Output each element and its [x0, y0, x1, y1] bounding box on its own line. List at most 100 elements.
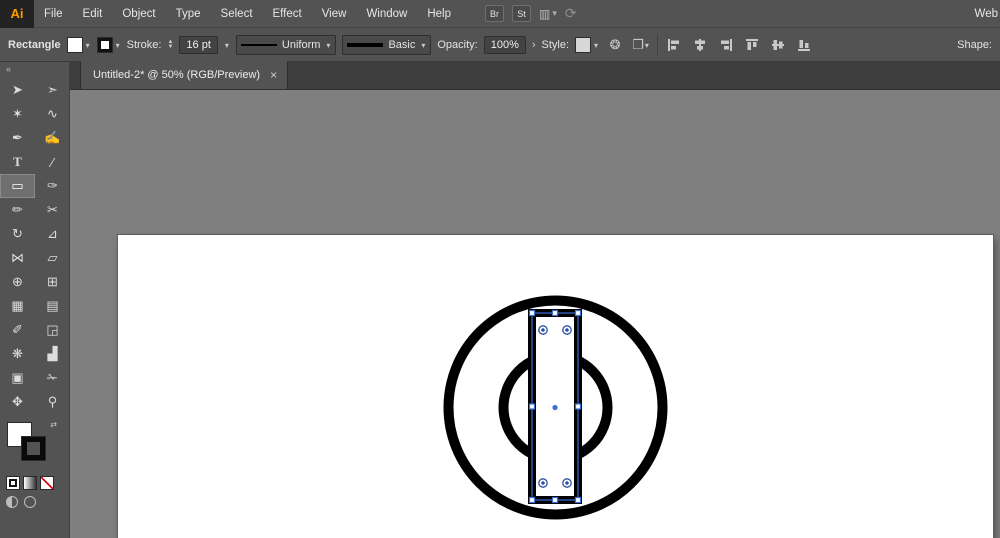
mesh-tool[interactable]: ▦: [0, 294, 35, 318]
menu-help[interactable]: Help: [417, 0, 461, 28]
menu-effect[interactable]: Effect: [263, 0, 312, 28]
shape-builder-tool[interactable]: ⊕: [0, 270, 35, 294]
chevron-down-icon: ▾: [552, 8, 557, 18]
draw-mode-icon[interactable]: [6, 496, 18, 508]
handle-bottom-left[interactable]: [528, 496, 536, 504]
none-button[interactable]: [40, 476, 54, 490]
rectangle-tool[interactable]: ▭: [0, 174, 35, 198]
type-tool[interactable]: T: [0, 150, 35, 174]
brush-preview: [347, 43, 384, 47]
opacity-input[interactable]: 100%: [483, 36, 526, 54]
chevron-down-icon: ▾: [421, 40, 426, 50]
pasteboard: [70, 90, 1000, 538]
artboard-tool[interactable]: ▣: [0, 366, 35, 390]
variable-width-profile-dropdown[interactable]: Uniform ▾: [235, 35, 337, 55]
stock-button[interactable]: St: [512, 5, 531, 22]
bridge-button[interactable]: Br: [485, 5, 504, 22]
close-icon[interactable]: ×: [270, 68, 277, 82]
workspace-switcher[interactable]: Web: [975, 8, 1000, 20]
document-setup-button[interactable]: ❐ ▾: [631, 35, 651, 55]
handle-top-right[interactable]: [574, 309, 582, 317]
align-left-button[interactable]: [664, 35, 684, 55]
chevron-down-icon: ▾: [224, 40, 229, 50]
align-top-button[interactable]: [742, 35, 762, 55]
align-top-icon: [746, 39, 759, 50]
stroke-color-dropdown[interactable]: ▾: [96, 37, 121, 53]
handle-bottom-center[interactable]: [551, 496, 559, 504]
brush-value: Basic: [388, 39, 416, 51]
document-tab[interactable]: Untitled-2* @ 50% (RGB/Preview) ×: [80, 61, 289, 89]
opacity-popup-icon[interactable]: ›: [532, 39, 536, 51]
line-segment-tool[interactable]: ∕: [35, 150, 70, 174]
align-right-icon: [721, 39, 733, 51]
lasso-tool[interactable]: ∿: [35, 102, 70, 126]
align-right-button[interactable]: [716, 35, 736, 55]
symbol-sprayer-tool[interactable]: ❋: [0, 342, 35, 366]
hand-tool[interactable]: ✥: [0, 390, 35, 414]
artboard[interactable]: [118, 235, 993, 538]
curvature-tool[interactable]: ✍: [35, 126, 70, 150]
zoom-tool[interactable]: ⚲: [35, 390, 70, 414]
selection-tool[interactable]: ➤: [0, 78, 35, 102]
gradient-tool[interactable]: ▤: [35, 294, 70, 318]
stroke-label: Stroke:: [126, 39, 162, 51]
color-button[interactable]: [6, 476, 20, 490]
menu-window[interactable]: Window: [356, 0, 417, 28]
menu-edit[interactable]: Edit: [73, 0, 113, 28]
width-tool[interactable]: ⋈: [0, 246, 35, 270]
align-bottom-button[interactable]: [794, 35, 814, 55]
gradient-button[interactable]: [23, 476, 37, 490]
align-center-button[interactable]: [690, 35, 710, 55]
perspective-grid-tool[interactable]: ⊞: [35, 270, 70, 294]
menu-view[interactable]: View: [312, 0, 357, 28]
paintbrush-tool[interactable]: ✑: [35, 174, 70, 198]
slice-tool[interactable]: ✁: [35, 366, 70, 390]
stroke-weight-stepper[interactable]: ▲ ▼: [167, 39, 173, 50]
menus: File Edit Object Type Select Effect View…: [34, 0, 461, 28]
rotate-tool[interactable]: ↻: [0, 222, 35, 246]
sync-icon[interactable]: ⟳: [565, 5, 577, 22]
stroke-weight-input[interactable]: 16 pt: [179, 36, 218, 54]
graphic-style-dropdown[interactable]: ▾: [575, 37, 599, 53]
align-middle-icon: [772, 40, 785, 50]
recolor-icon: ❂: [609, 37, 621, 52]
chevron-down-icon: ▾: [85, 40, 90, 50]
center-point-handle[interactable]: [552, 404, 558, 411]
fill-color-dropdown[interactable]: ▾: [66, 37, 91, 53]
menu-file[interactable]: File: [34, 0, 73, 28]
profile-value: Uniform: [281, 39, 321, 51]
eyedropper-tool[interactable]: ✐: [0, 318, 35, 342]
handle-mid-left[interactable]: [528, 403, 536, 410]
scale-tool[interactable]: ⊿: [35, 222, 70, 246]
handle-top-left[interactable]: [528, 309, 536, 317]
free-transform-tool[interactable]: ▱: [35, 246, 70, 270]
menu-type[interactable]: Type: [166, 0, 211, 28]
scissors-tool[interactable]: ✂: [35, 198, 70, 222]
arrange-documents-button[interactable]: ▥ ▾: [539, 7, 557, 21]
paint-mode-row: [0, 472, 69, 490]
handle-bottom-right[interactable]: [574, 496, 582, 504]
stroke-proxy[interactable]: [21, 436, 46, 461]
tools-panel-collapse[interactable]: «: [0, 62, 69, 78]
document-tab-title: Untitled-2* @ 50% (RGB/Preview): [93, 69, 261, 81]
menu-object[interactable]: Object: [112, 0, 165, 28]
document-icon: ❐: [632, 37, 644, 52]
blend-tool[interactable]: ◲: [35, 318, 70, 342]
recolor-artwork-button[interactable]: ❂: [605, 35, 625, 55]
column-graph-tool[interactable]: ▟: [35, 342, 70, 366]
handle-mid-right[interactable]: [574, 403, 582, 410]
width-profile-preview: [240, 44, 277, 46]
pen-tool[interactable]: ✒: [0, 126, 35, 150]
app-logo: Ai: [0, 0, 34, 28]
shaper-tool[interactable]: ✏: [0, 198, 35, 222]
active-tool-label: Rectangle: [8, 39, 61, 51]
swap-fill-stroke-icon[interactable]: ⇄: [50, 420, 57, 429]
menu-select[interactable]: Select: [211, 0, 263, 28]
chevron-down-icon: ▾: [644, 40, 649, 50]
handle-top-center[interactable]: [551, 309, 559, 317]
magic-wand-tool[interactable]: ✶: [0, 102, 35, 126]
brush-definition-dropdown[interactable]: Basic ▾: [342, 35, 432, 55]
screen-mode-icon[interactable]: [24, 496, 36, 508]
direct-selection-tool[interactable]: ➣: [35, 78, 70, 102]
align-middle-button[interactable]: [768, 35, 788, 55]
